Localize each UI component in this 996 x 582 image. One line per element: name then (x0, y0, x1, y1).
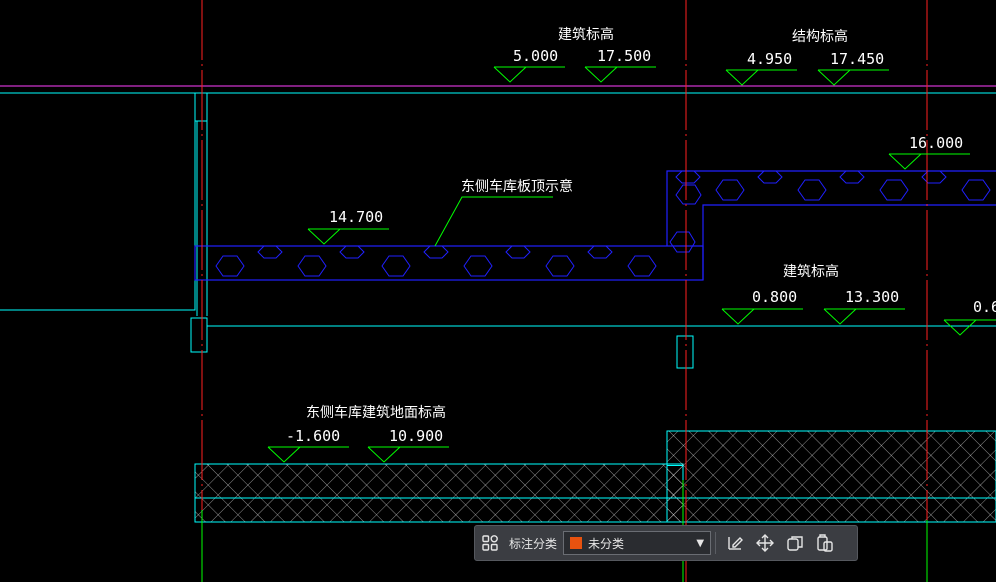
category-select[interactable]: 未分类 ▼ (563, 531, 712, 555)
slab-upper-hex (675, 170, 991, 205)
category-label: 标注分类 (509, 536, 558, 551)
category-color-swatch (570, 537, 583, 549)
elev-value: 4.950 (747, 50, 792, 68)
elev-value: 5.000 (513, 47, 558, 65)
column-left-top (194, 92, 208, 122)
label-arch-elev-mid: 建筑标高 (783, 263, 839, 280)
annotation-toolbar: 标注分类 未分类 ▼ (474, 525, 858, 561)
floor-upper-hatch2 (667, 431, 996, 522)
elev-symbols (267, 66, 996, 463)
elev-value: 17.450 (830, 50, 884, 68)
column-left-bottom (190, 317, 208, 353)
slab-lower-hex (215, 231, 696, 277)
chevron-down-icon: ▼ (696, 537, 705, 549)
category-value: 未分类 (588, 536, 625, 551)
label-struct-elev-top: 结构标高 (792, 28, 848, 45)
elev-value: 0.6 (973, 298, 996, 316)
floor-lower-hatch2 (195, 464, 683, 522)
move-icon[interactable] (750, 528, 780, 558)
elev-value: 17.500 (597, 47, 651, 65)
left-wall (0, 92, 196, 311)
cad-canvas[interactable]: 建筑标高 结构标高 建筑标高 东侧车库板顶示意 东侧车库建筑地面标高 5.000… (0, 0, 996, 582)
elev-value: 10.900 (389, 427, 443, 445)
floor-step-mask (667, 465, 683, 466)
edit-icon[interactable] (720, 528, 750, 558)
slab-lower (194, 245, 704, 281)
elev-value: 16.000 (909, 134, 963, 152)
paste-icon[interactable] (810, 528, 840, 558)
elev-value: 14.700 (329, 208, 383, 226)
elev-value: -1.600 (286, 427, 340, 445)
slab-upper-bottom (702, 204, 996, 280)
label-floor-note: 东侧车库建筑地面标高 (306, 404, 446, 421)
label-slab-note: 东侧车库板顶示意 (461, 178, 573, 195)
copy-icon[interactable] (780, 528, 810, 558)
column-mid (676, 335, 694, 369)
label-arch-elev-top: 建筑标高 (558, 26, 614, 43)
elev-value: 0.800 (752, 288, 797, 306)
toolbar-divider (715, 532, 717, 554)
elev-value: 13.300 (845, 288, 899, 306)
slab-upper (666, 170, 996, 246)
grid-icon[interactable] (475, 528, 505, 558)
